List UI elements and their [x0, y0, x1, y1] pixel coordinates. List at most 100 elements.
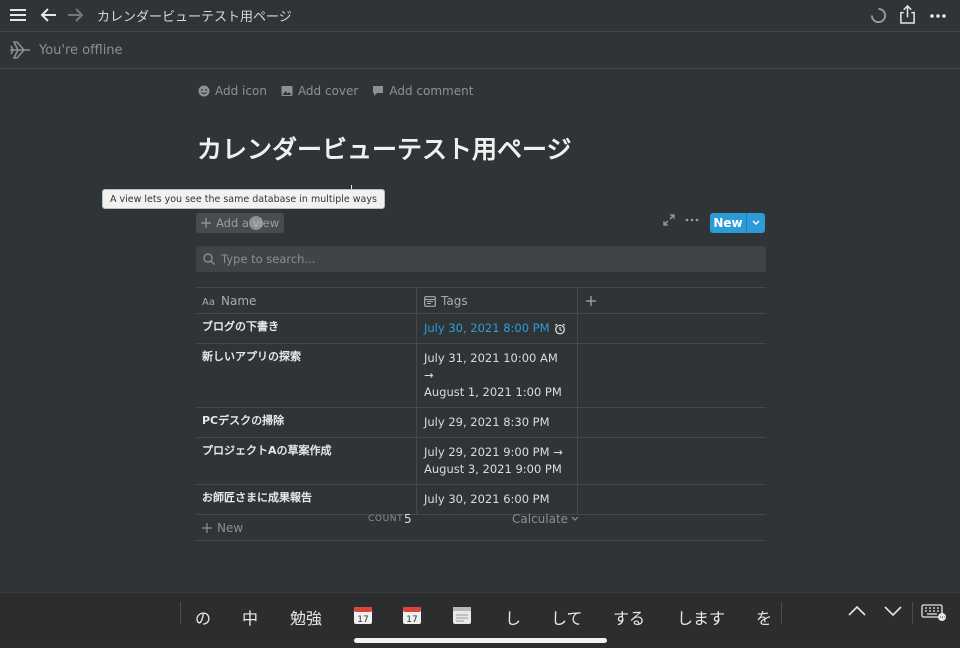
- comment-icon: [373, 86, 384, 96]
- calendar-pad-emoji-icon[interactable]: [452, 605, 472, 625]
- row-date-line1: July 30, 2021 6:00 PM: [424, 492, 550, 506]
- row-date-line1: July 31, 2021 10:00 AM →: [424, 351, 558, 382]
- search-input[interactable]: Type to search...: [196, 246, 766, 272]
- more-icon[interactable]: [929, 7, 947, 25]
- add-column-button[interactable]: [578, 288, 766, 313]
- offline-banner: You're offline: [0, 33, 960, 69]
- calendar-emoji-icon[interactable]: 17: [402, 605, 422, 625]
- chevron-down-icon[interactable]: [884, 605, 902, 617]
- home-indicator[interactable]: [354, 638, 607, 643]
- row-date-line2: August 1, 2021 1:00 PM: [424, 385, 562, 399]
- search-placeholder: Type to search...: [221, 252, 316, 266]
- table-row[interactable]: ブログの下書き July 30, 2021 8:00 PM: [196, 314, 766, 344]
- chevron-down-icon: [571, 516, 579, 521]
- menu-icon[interactable]: [9, 6, 27, 24]
- svg-text:17: 17: [406, 615, 417, 625]
- add-comment-button[interactable]: Add comment: [372, 84, 473, 98]
- column-tags-label: Tags: [441, 293, 468, 308]
- database-table: Aa Name Tags ブログの下書き July 30, 2021 8:00 …: [196, 287, 766, 541]
- row-date[interactable]: July 30, 2021 8:00 PM: [417, 314, 578, 343]
- row-empty-cell: [578, 408, 766, 437]
- candidate-word[interactable]: 勉強: [290, 605, 322, 629]
- chevron-up-icon[interactable]: [848, 605, 866, 617]
- back-arrow-icon[interactable]: [40, 6, 58, 24]
- top-bar: カレンダービューテスト用ページ: [0, 0, 960, 32]
- svg-text:Aa: Aa: [202, 297, 215, 306]
- row-date[interactable]: July 31, 2021 10:00 AM → August 1, 2021 …: [417, 344, 578, 407]
- candidate-word[interactable]: 中: [242, 605, 258, 629]
- candidate-word[interactable]: する: [613, 605, 645, 629]
- plus-icon: [201, 218, 211, 228]
- candidate-word[interactable]: して: [551, 605, 583, 629]
- offline-text: You're offline: [39, 43, 123, 58]
- row-date-line1: July 29, 2021 9:00 PM →: [424, 445, 563, 459]
- keyboard-candidate-bar: の 中 勉強 17 17 し して する します を: [0, 592, 960, 648]
- candidate-word[interactable]: の: [195, 605, 211, 629]
- image-icon: [281, 86, 293, 96]
- row-date-line2: August 3, 2021 9:00 PM: [424, 462, 562, 476]
- add-row-label: New: [217, 520, 244, 535]
- column-name-label: Name: [221, 293, 257, 308]
- new-dropdown-button[interactable]: [747, 220, 765, 226]
- row-name[interactable]: プロジェクトAの草案作成: [196, 438, 417, 484]
- more-options-icon[interactable]: [685, 218, 699, 222]
- row-empty-cell: [578, 485, 766, 514]
- row-empty-cell: [578, 344, 766, 407]
- add-view-label: Add a view: [216, 216, 280, 230]
- row-name[interactable]: お師匠さまに成果報告: [196, 485, 417, 514]
- row-name[interactable]: ブログの下書き: [196, 314, 417, 343]
- page-actions: Add icon Add cover Add comment: [198, 84, 473, 98]
- row-date[interactable]: July 29, 2021 9:00 PM → August 3, 2021 9…: [417, 438, 578, 484]
- row-date[interactable]: July 29, 2021 8:30 PM: [417, 408, 578, 437]
- calculate-button[interactable]: Calculate: [512, 512, 579, 526]
- calendar-icon: [424, 295, 436, 307]
- candidate-word[interactable]: します: [677, 605, 725, 629]
- add-comment-label: Add comment: [389, 84, 474, 98]
- table-row[interactable]: 新しいアプリの探索 July 31, 2021 10:00 AM → Augus…: [196, 344, 766, 408]
- row-date-line1: July 29, 2021 8:30 PM: [424, 415, 550, 429]
- add-view-button[interactable]: Add a view: [196, 213, 285, 233]
- row-date[interactable]: July 30, 2021 6:00 PM: [417, 485, 578, 514]
- table-header: Aa Name Tags: [196, 287, 766, 314]
- svg-text:17: 17: [357, 615, 368, 625]
- alarm-clock-icon: [554, 323, 565, 334]
- touch-indicator: [249, 216, 263, 230]
- add-cover-button[interactable]: Add cover: [281, 84, 358, 98]
- column-header-name[interactable]: Aa Name: [196, 288, 417, 313]
- table-row[interactable]: プロジェクトAの草案作成 July 29, 2021 9:00 PM → Aug…: [196, 438, 766, 485]
- add-icon-button[interactable]: Add icon: [198, 84, 267, 98]
- column-header-tags[interactable]: Tags: [417, 288, 578, 313]
- candidate-word[interactable]: を: [756, 605, 772, 629]
- separator: [180, 602, 181, 624]
- row-empty-cell: [578, 314, 766, 343]
- candidate-word[interactable]: し: [505, 605, 521, 629]
- smiley-icon: [198, 85, 210, 97]
- expand-icon[interactable]: [663, 214, 675, 226]
- separator: [781, 602, 782, 624]
- table-row[interactable]: PCデスクの掃除 July 29, 2021 8:30 PM: [196, 408, 766, 438]
- keyboard-hide-icon[interactable]: [921, 604, 947, 622]
- airplane-icon: [10, 41, 30, 59]
- forward-arrow-icon[interactable]: [66, 6, 84, 24]
- text-aa-icon: Aa: [202, 297, 215, 306]
- add-cover-label: Add cover: [297, 84, 359, 98]
- search-icon: [203, 253, 215, 265]
- loading-spinner-icon: [870, 7, 887, 24]
- row-name[interactable]: PCデスクの掃除: [196, 408, 417, 437]
- calendar-emoji-icon[interactable]: 17: [353, 605, 373, 625]
- new-button-label: New: [713, 216, 743, 230]
- count-value: 5: [404, 512, 412, 526]
- new-button[interactable]: New: [710, 213, 765, 233]
- row-date-line1: July 30, 2021 8:00 PM: [424, 321, 550, 335]
- row-empty-cell: [578, 438, 766, 484]
- separator: [912, 602, 913, 624]
- table-row[interactable]: お師匠さまに成果報告 July 30, 2021 6:00 PM: [196, 485, 766, 515]
- count-label: COUNT: [368, 514, 404, 524]
- calculate-label: Calculate: [512, 512, 569, 526]
- row-name[interactable]: 新しいアプリの探索: [196, 344, 417, 407]
- share-icon[interactable]: [899, 4, 916, 25]
- topbar-title: カレンダービューテスト用ページ: [97, 10, 292, 25]
- page-title[interactable]: カレンダービューテスト用ページ: [197, 130, 572, 166]
- add-icon-label: Add icon: [215, 84, 267, 98]
- add-row-button[interactable]: New: [196, 515, 766, 541]
